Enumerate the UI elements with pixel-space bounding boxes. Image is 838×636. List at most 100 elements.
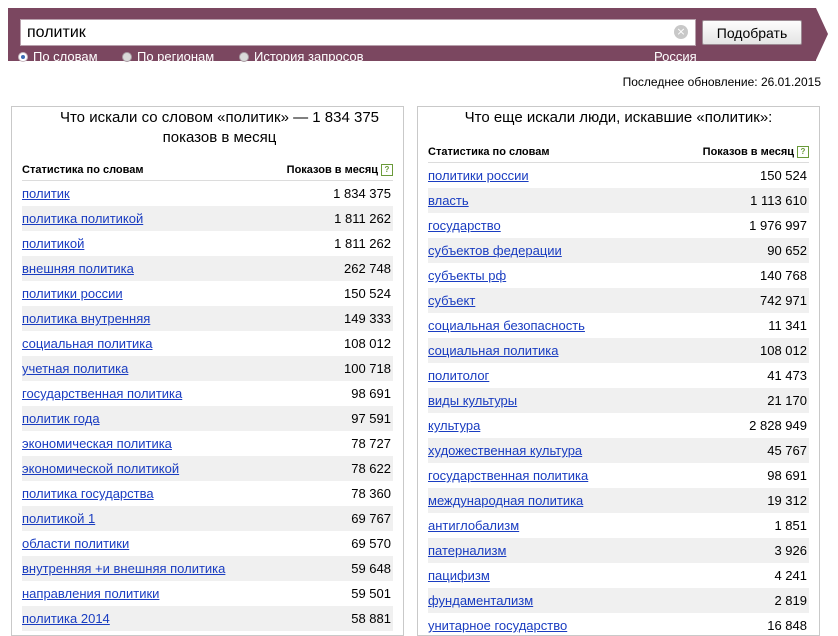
keyword-link[interactable]: государственная политика — [428, 468, 588, 483]
table-row: экономическая политика 78 727 — [22, 431, 393, 456]
panel-title-line: Что искали со словом «политик» — 1 834 3… — [59, 109, 379, 126]
impressions-count: 4 241 — [774, 568, 807, 583]
impressions-count: 90 652 — [767, 243, 807, 258]
keyword-link[interactable]: международная политика — [428, 493, 583, 508]
keyword-link[interactable]: экономической политикой — [22, 461, 179, 476]
mode-by-regions[interactable]: По регионам — [122, 49, 214, 64]
keyword-link[interactable]: политолог — [428, 368, 489, 383]
table-row: направления политики 59 501 — [22, 581, 393, 606]
keyword-link[interactable]: виды культуры — [428, 393, 517, 408]
table-row: политика государства 78 360 — [22, 481, 393, 506]
keyword-link[interactable]: культура — [428, 418, 480, 433]
impressions-count: 140 768 — [760, 268, 807, 283]
keyword-link[interactable]: учетная политика — [22, 361, 128, 376]
word-stats-table: Статистика по словам Показов в месяц? по… — [22, 160, 393, 631]
table-row: международная политика 19 312 — [428, 488, 809, 513]
impressions-count: 150 524 — [760, 168, 807, 183]
table-row: политика 2014 58 881 — [22, 606, 393, 631]
submit-button[interactable]: Подобрать — [702, 20, 802, 45]
keyword-link[interactable]: социальная политика — [428, 343, 558, 358]
keyword-link[interactable]: субъект — [428, 293, 475, 308]
column-header-word: Статистика по словам — [428, 146, 550, 158]
keyword-link[interactable]: пацифизм — [428, 568, 490, 583]
impressions-count: 1 113 610 — [750, 193, 807, 208]
keyword-link[interactable]: политикой 1 — [22, 511, 95, 526]
impressions-count: 150 524 — [344, 286, 391, 301]
table-row: фундаментализм 2 819 — [428, 588, 809, 613]
panel-title: Что еще искали люди, искавшие «политик»: — [464, 109, 773, 126]
column-header-count: Показов в месяц? — [287, 164, 393, 177]
keyword-link[interactable]: области политики — [22, 536, 129, 551]
table-row: субъекты рф 140 768 — [428, 263, 809, 288]
table-row: политикой 1 811 262 — [22, 231, 393, 256]
table-row: государство 1 976 997 — [428, 213, 809, 238]
keyword-link[interactable]: государство — [428, 218, 501, 233]
table-row: государственная политика 98 691 — [22, 381, 393, 406]
help-icon[interactable]: ? — [381, 164, 393, 177]
table-row: политик года 97 591 — [22, 406, 393, 431]
table-row: учетная политика 100 718 — [22, 356, 393, 381]
keyword-link[interactable]: политик года — [22, 411, 100, 426]
keyword-link[interactable]: фундаментализм — [428, 593, 533, 608]
radio-checked-icon[interactable] — [18, 51, 28, 62]
impressions-count: 100 718 — [344, 361, 391, 376]
radio-icon[interactable] — [122, 51, 132, 62]
table-row: субъект 742 971 — [428, 288, 809, 313]
table-row: пацифизм 4 241 — [428, 563, 809, 588]
impressions-count: 59 648 — [351, 561, 391, 576]
impressions-count: 1 811 262 — [334, 236, 391, 251]
keyword-link[interactable]: политикой — [22, 236, 84, 251]
keyword-link[interactable]: унитарное государство — [428, 618, 567, 633]
last-update: Последнее обновление: 26.01.2015 — [622, 75, 821, 89]
impressions-count: 1 811 262 — [334, 211, 391, 226]
keyword-link[interactable]: экономическая политика — [22, 436, 172, 451]
keyword-link[interactable]: государственная политика — [22, 386, 182, 401]
keyword-link[interactable]: социальная политика — [22, 336, 152, 351]
search-header-bar: × Подобрать По словам По регионам Истори… — [8, 8, 816, 64]
impressions-count: 108 012 — [760, 343, 807, 358]
impressions-count: 262 748 — [344, 261, 391, 276]
keyword-link[interactable]: художественная культура — [428, 443, 582, 458]
radio-icon[interactable] — [239, 51, 249, 62]
related-queries-table: Статистика по словам Показов в месяц? по… — [428, 142, 809, 635]
keyword-link[interactable]: политики россии — [428, 168, 529, 183]
table-header: Статистика по словам Показов в месяц? — [428, 142, 809, 163]
clear-icon[interactable]: × — [674, 25, 688, 39]
table-row: государственная политика 98 691 — [428, 463, 809, 488]
impressions-count: 21 170 — [767, 393, 807, 408]
table-row: политики россии 150 524 — [22, 281, 393, 306]
left-panel: Что искали со словом «политик» — 1 834 3… — [11, 106, 404, 636]
impressions-count: 1 834 375 — [333, 186, 391, 201]
keyword-link[interactable]: политика государства — [22, 486, 154, 501]
keyword-link[interactable]: внешняя политика — [22, 261, 134, 276]
table-row: антиглобализм 1 851 — [428, 513, 809, 538]
mode-by-words[interactable]: По словам — [18, 49, 98, 64]
impressions-count: 149 333 — [344, 311, 391, 326]
search-input[interactable] — [20, 19, 696, 46]
impressions-count: 1 851 — [774, 518, 807, 533]
table-row: внутренняя +и внешняя политика 59 648 — [22, 556, 393, 581]
mode-label: История запросов — [254, 49, 364, 64]
keyword-link[interactable]: направления политики — [22, 586, 159, 601]
keyword-link[interactable]: политика политикой — [22, 211, 143, 226]
table-row: области политики 69 570 — [22, 531, 393, 556]
keyword-link[interactable]: субъекты рф — [428, 268, 506, 283]
column-header-word: Статистика по словам — [22, 164, 144, 176]
keyword-link[interactable]: субъектов федерации — [428, 243, 562, 258]
help-icon[interactable]: ? — [797, 146, 809, 159]
keyword-link[interactable]: социальная безопасность — [428, 318, 585, 333]
keyword-link[interactable]: политика внутренняя — [22, 311, 150, 326]
keyword-link[interactable]: политики россии — [22, 286, 123, 301]
impressions-count: 59 501 — [351, 586, 391, 601]
table-row: политикой 1 69 767 — [22, 506, 393, 531]
keyword-link[interactable]: политик — [22, 186, 70, 201]
keyword-link[interactable]: внутренняя +и внешняя политика — [22, 561, 225, 576]
keyword-link[interactable]: патернализм — [428, 543, 506, 558]
keyword-link[interactable]: политика 2014 — [22, 611, 110, 626]
keyword-link[interactable]: власть — [428, 193, 469, 208]
impressions-count: 16 848 — [767, 618, 807, 633]
table-row: субъектов федерации 90 652 — [428, 238, 809, 263]
region-link[interactable]: Россия — [654, 49, 697, 64]
mode-query-history[interactable]: История запросов — [239, 49, 364, 64]
keyword-link[interactable]: антиглобализм — [428, 518, 519, 533]
